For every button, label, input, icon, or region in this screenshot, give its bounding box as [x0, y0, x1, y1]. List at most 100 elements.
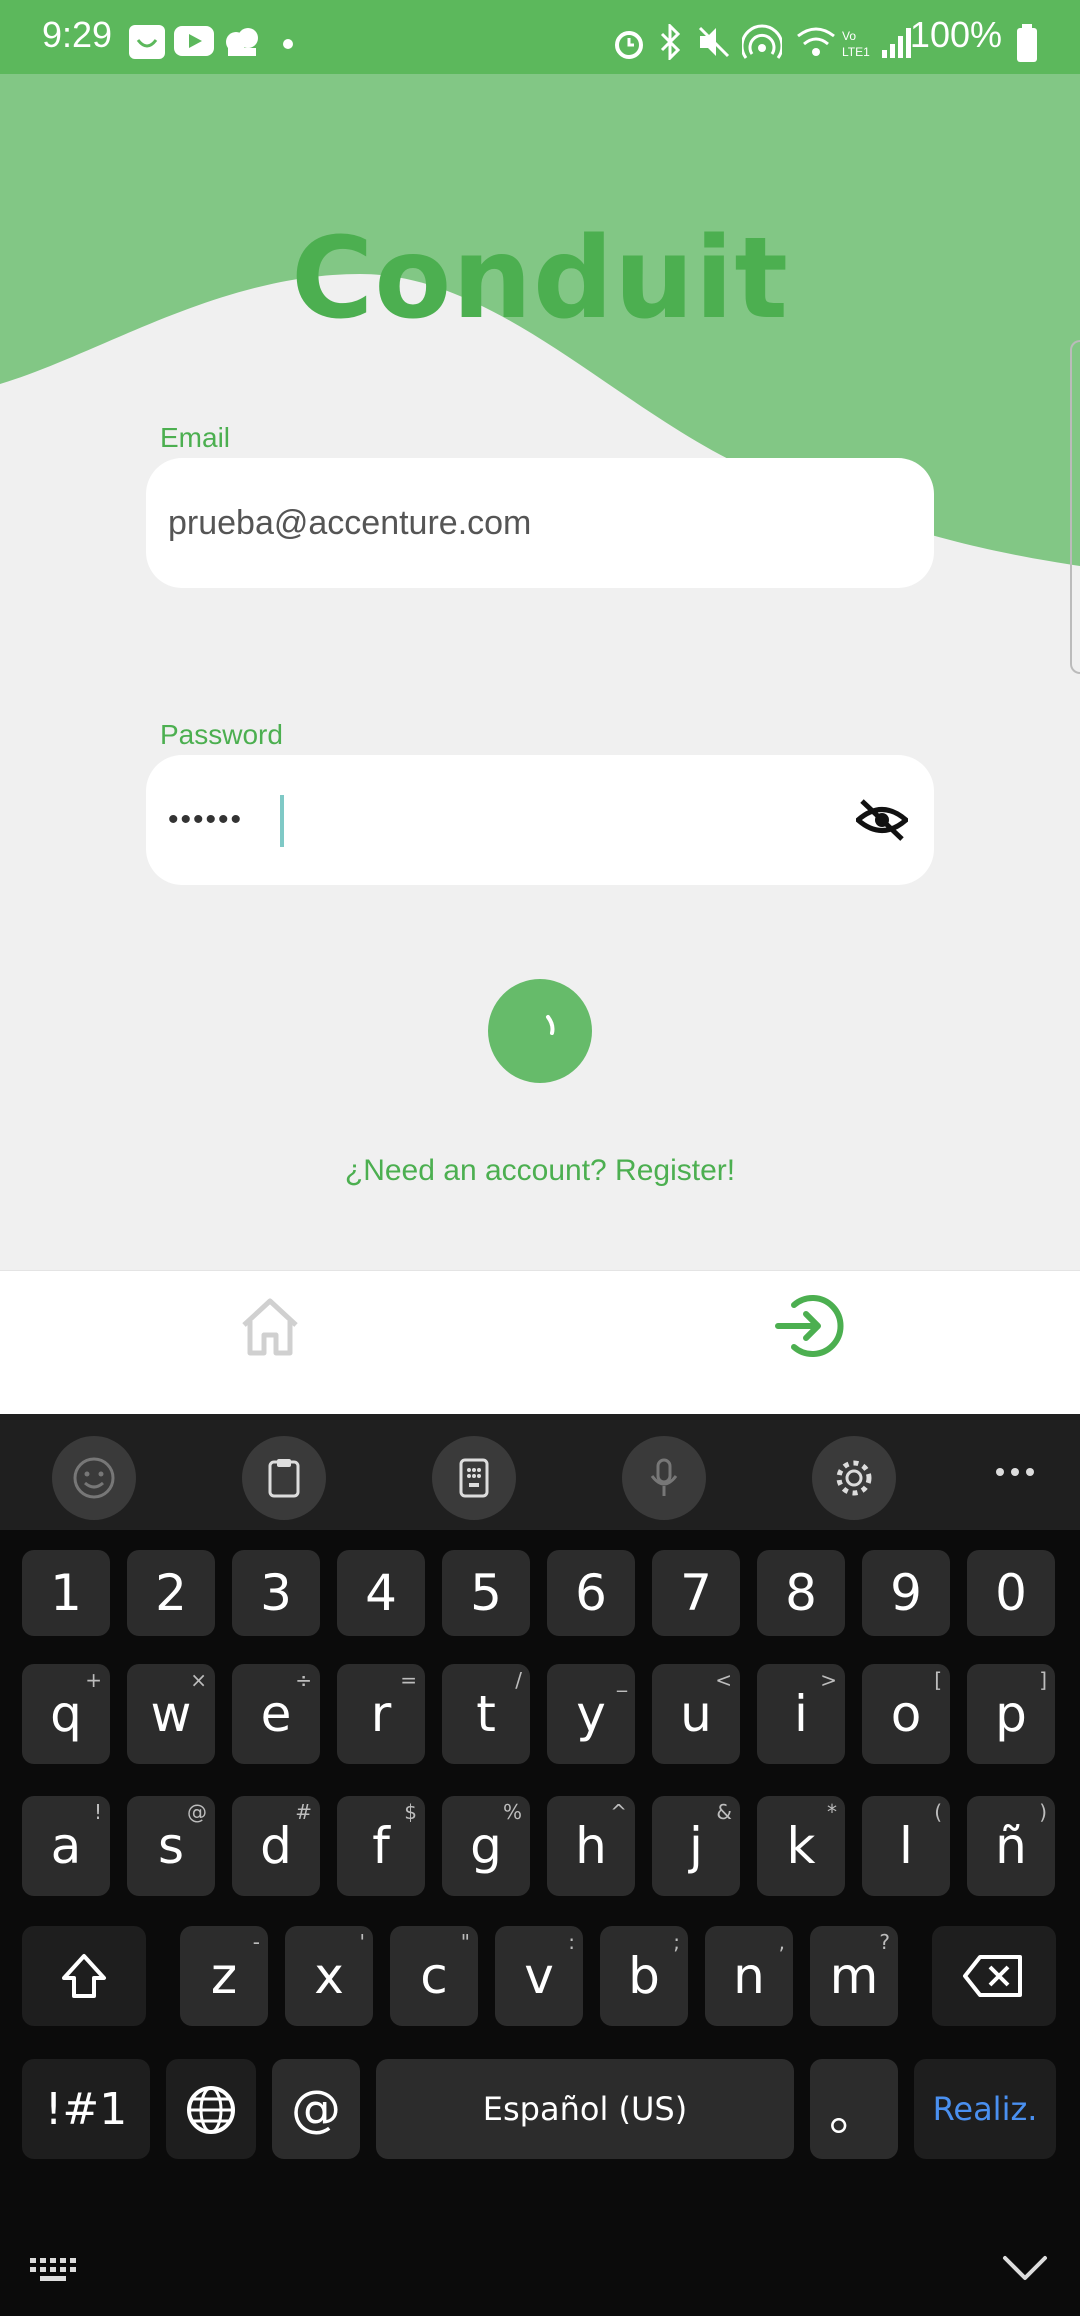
key-secondary-label: ! — [93, 1800, 102, 1824]
battery-icon — [1017, 24, 1037, 62]
key[interactable]: z- — [180, 1926, 268, 2026]
key[interactable]: k * — [757, 1796, 845, 1896]
backspace-key[interactable] — [932, 1926, 1056, 2026]
key-secondary-label: + — [85, 1668, 102, 1692]
key[interactable]: v: — [495, 1926, 583, 2026]
key-label: 0 — [995, 1564, 1027, 1622]
youtube-icon — [174, 26, 214, 56]
key[interactable]: 8 — [757, 1550, 845, 1636]
shift-icon — [62, 1954, 106, 1998]
key[interactable]: i > — [757, 1664, 845, 1764]
at-key[interactable]: @ — [272, 2059, 360, 2159]
key[interactable]: 3 — [232, 1550, 320, 1636]
key[interactable]: o[ — [862, 1664, 950, 1764]
app-icon — [129, 25, 165, 59]
symbols-key[interactable]: !#1 — [22, 2059, 150, 2159]
keypad-button[interactable] — [432, 1436, 516, 1520]
key-secondary-label: × — [190, 1668, 207, 1692]
key[interactable]: 0 — [967, 1550, 1055, 1636]
key-secondary-label: # — [295, 1800, 312, 1824]
edge-panel-handle[interactable] — [1070, 340, 1080, 674]
shift-key[interactable] — [22, 1926, 146, 2026]
visibility-off-icon[interactable] — [856, 797, 908, 843]
key[interactable]: r = — [337, 1664, 425, 1764]
key[interactable]: g% — [442, 1796, 530, 1896]
key-label: 1 — [50, 1564, 82, 1622]
dot-icon — [283, 39, 293, 49]
email-label: Email — [160, 422, 231, 453]
register-link[interactable]: ¿Need an account? Register! — [0, 1154, 1080, 1188]
key[interactable]: f $ — [337, 1796, 425, 1896]
login-screen: Conduit Email prueba@accenture.com Passw… — [0, 74, 1080, 1270]
key[interactable]: 7 — [652, 1550, 740, 1636]
more-icon[interactable] — [994, 1466, 1036, 1478]
key[interactable]: h ^ — [547, 1796, 635, 1896]
key-label: 3 — [260, 1564, 292, 1622]
key[interactable]: ñ) — [967, 1796, 1055, 1896]
space-key[interactable]: Español (US) — [376, 2059, 794, 2159]
key-label: 4 — [365, 1564, 397, 1622]
key[interactable]: c " — [390, 1926, 478, 2026]
key[interactable]: d # — [232, 1796, 320, 1896]
settings-button[interactable] — [812, 1436, 896, 1520]
key-secondary-label: _ — [617, 1668, 627, 1692]
key[interactable]: 6 — [547, 1550, 635, 1636]
login-icon[interactable] — [774, 1291, 844, 1361]
key[interactable]: 1 — [22, 1550, 110, 1636]
key[interactable]: y _ — [547, 1664, 635, 1764]
key-label: 8 — [785, 1564, 817, 1622]
keyboard-toolbar — [0, 1414, 1080, 1530]
key[interactable]: t / — [442, 1664, 530, 1764]
clipboard-button[interactable] — [242, 1436, 326, 1520]
key-label: 9 — [890, 1564, 922, 1622]
key[interactable]: l( — [862, 1796, 950, 1896]
backspace-icon — [963, 1955, 1022, 1997]
emoji-icon — [73, 1457, 115, 1499]
key[interactable]: n, — [705, 1926, 793, 2026]
key[interactable]: e ÷ — [232, 1664, 320, 1764]
signal-icon — [882, 28, 911, 58]
key[interactable]: x ' — [285, 1926, 373, 2026]
key[interactable]: a! — [22, 1796, 110, 1896]
key-secondary-label: - — [252, 1930, 260, 1954]
login-button[interactable] — [488, 979, 592, 1083]
home-icon[interactable] — [238, 1295, 302, 1359]
chevron-down-icon[interactable] — [1002, 2254, 1048, 2282]
key[interactable]: 4 — [337, 1550, 425, 1636]
key-secondary-label: ) — [1039, 1800, 1047, 1824]
key-secondary-label: & — [716, 1800, 732, 1824]
keyboard-switch-icon[interactable] — [28, 2256, 80, 2284]
key-secondary-label: < — [715, 1668, 732, 1692]
microphone-button[interactable] — [622, 1436, 706, 1520]
key[interactable]: 5 — [442, 1550, 530, 1636]
key-secondary-label: * — [827, 1800, 837, 1824]
key[interactable]: 9 — [862, 1550, 950, 1636]
key-secondary-label: ( — [934, 1800, 942, 1824]
key-secondary-label: ] — [1039, 1668, 1047, 1692]
status-bar: 9:29 Vo LTE1 100% — [0, 0, 1080, 74]
password-label: Password — [160, 719, 283, 750]
keyboard: 1 2 3 4 5 6 7 8 9 0 q + w × e ÷ r = t / y _ u < i > o[p] a! s @ d # f $… — [0, 1414, 1080, 2316]
key-secondary-label: @ — [187, 1800, 207, 1824]
done-key[interactable]: Realiz. — [914, 2059, 1056, 2159]
key[interactable]: b; — [600, 1926, 688, 2026]
key-secondary-label: / — [515, 1668, 522, 1692]
alarm-icon — [615, 31, 643, 59]
key[interactable]: q + — [22, 1664, 110, 1764]
period-key[interactable]: 。 — [810, 2059, 898, 2159]
key-secondary-label: % — [502, 1800, 522, 1824]
key[interactable]: u < — [652, 1664, 740, 1764]
emoji-button[interactable] — [52, 1436, 136, 1520]
key[interactable]: 2 — [127, 1550, 215, 1636]
space-key-label: Español (US) — [482, 2090, 688, 2128]
keypad-icon — [459, 1458, 489, 1498]
key[interactable]: w × — [127, 1664, 215, 1764]
email-field[interactable]: prueba@accenture.com — [146, 458, 934, 588]
key[interactable]: m? — [810, 1926, 898, 2026]
password-field[interactable]: •••••• — [146, 755, 934, 885]
key[interactable]: s @ — [127, 1796, 215, 1896]
language-key[interactable] — [166, 2059, 256, 2159]
period-key-label: 。 — [829, 2084, 879, 2142]
key[interactable]: j & — [652, 1796, 740, 1896]
key[interactable]: p] — [967, 1664, 1055, 1764]
